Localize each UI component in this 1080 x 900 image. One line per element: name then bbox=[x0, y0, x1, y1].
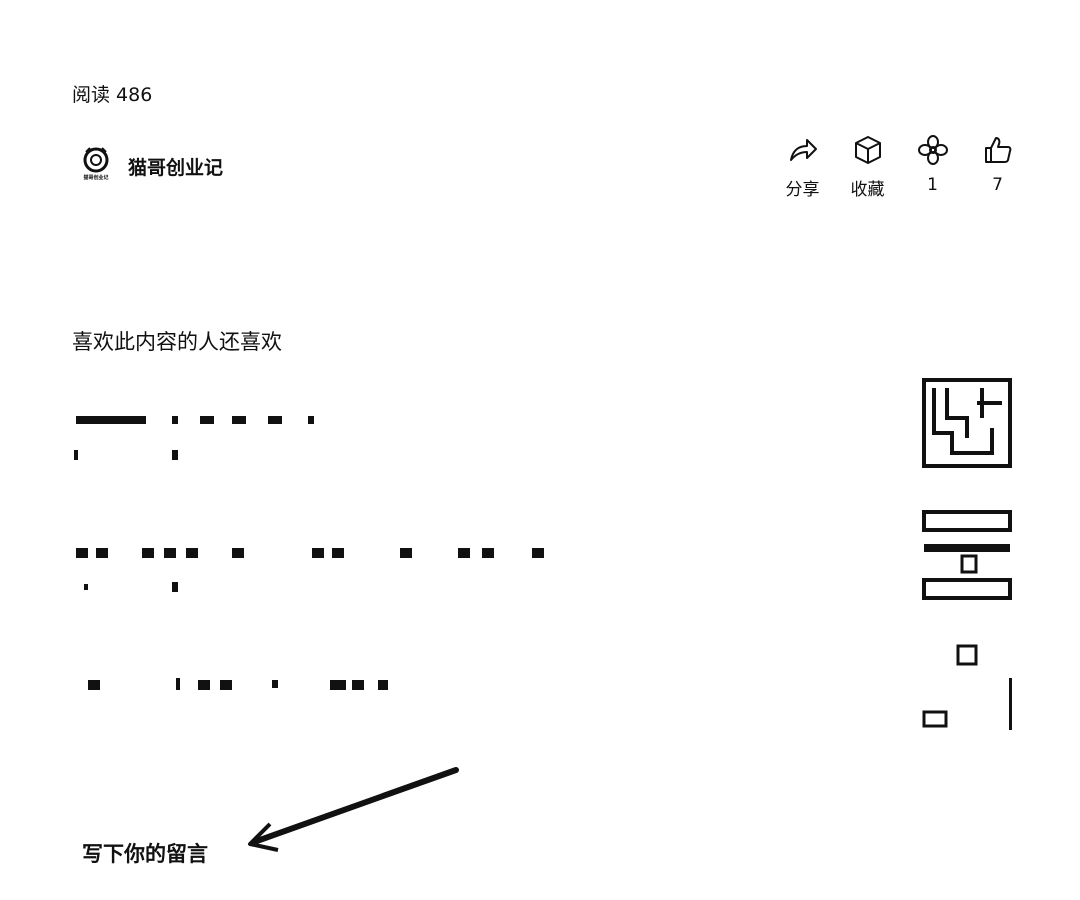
author-avatar[interactable]: 猫哥创业记 bbox=[76, 144, 116, 188]
author-name[interactable]: 猫哥创业记 bbox=[128, 153, 223, 180]
arrow-annotation bbox=[248, 767, 459, 852]
wow-button[interactable]: 1 bbox=[900, 134, 965, 200]
recommend-title: 喜欢此内容的人还喜欢 bbox=[72, 330, 282, 354]
recommend-item[interactable] bbox=[72, 640, 1022, 740]
svg-text:猫哥创业记: 猫哥创业记 bbox=[82, 174, 108, 181]
read-count: 阅读 486 bbox=[72, 84, 153, 106]
like-count: 7 bbox=[992, 175, 1003, 195]
document-thumbnail bbox=[922, 510, 1012, 600]
author-row[interactable]: 猫哥创业记 猫哥创业记 bbox=[76, 144, 223, 188]
recommend-item[interactable] bbox=[72, 378, 1022, 478]
cube-icon bbox=[852, 134, 884, 171]
wow-count: 1 bbox=[927, 175, 938, 195]
share-icon bbox=[787, 134, 819, 171]
maze-thumbnail bbox=[922, 378, 1012, 468]
recommend-item-text-redacted bbox=[74, 416, 314, 460]
like-button[interactable]: 7 bbox=[965, 134, 1030, 200]
favorite-label: 收藏 bbox=[850, 180, 885, 200]
share-label: 分享 bbox=[785, 180, 820, 200]
recommend-item-text-redacted bbox=[88, 678, 388, 690]
action-bar: 分享 收藏 1 7 bbox=[770, 134, 1030, 200]
recommend-item[interactable] bbox=[72, 510, 1022, 610]
recommend-item-text-redacted bbox=[76, 548, 544, 592]
comment-prompt[interactable]: 写下你的留言 bbox=[82, 838, 208, 868]
blank-thumbnail bbox=[922, 644, 1012, 730]
flower-icon bbox=[917, 134, 949, 171]
thumbs-up-icon bbox=[982, 134, 1014, 171]
favorite-button[interactable]: 收藏 bbox=[835, 134, 900, 200]
share-button[interactable]: 分享 bbox=[770, 134, 835, 200]
